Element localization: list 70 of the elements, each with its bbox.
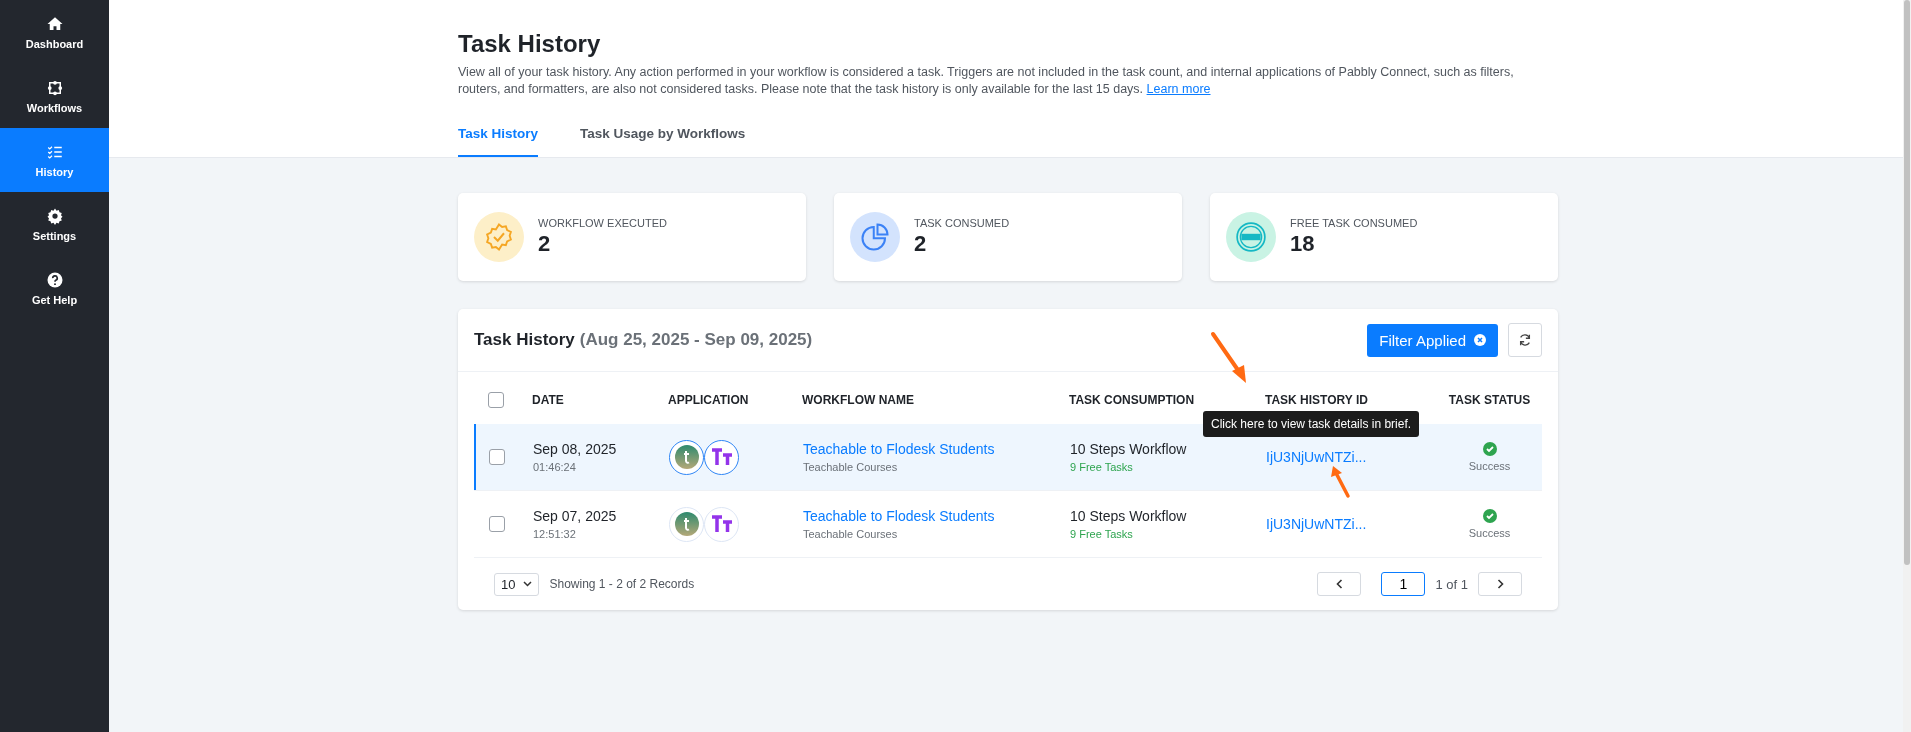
refresh-button[interactable]	[1508, 323, 1542, 357]
success-icon	[1482, 509, 1497, 523]
column-header: WORKFLOW NAME	[802, 393, 914, 407]
task-id-link[interactable]: IjU3NjUwNTZi...	[1266, 449, 1367, 465]
stat-label: FREE TASK CONSUMED	[1290, 217, 1418, 229]
records-summary: Showing 1 - 2 of 2 Records	[549, 577, 696, 591]
task-id-link[interactable]: IjU3NjUwNTZi...	[1266, 516, 1367, 532]
clear-icon[interactable]	[1474, 334, 1486, 346]
page-title: Task History	[458, 30, 602, 58]
date-cell-text: Sep 08, 2025	[533, 441, 618, 457]
stat-label: TASK CONSUMED	[914, 217, 1010, 229]
app-icon	[704, 439, 739, 475]
page-description: View all of your task history. Any action performed in your workflow is considered a task. Triggers are not included in the task count, and internal applications of Pabbly Connect, such as filters, routers, and formatters, are also not considered tasks. Please note that the task history is only available for the last 15 days. Learn more	[458, 64, 1515, 98]
learn-more-link[interactable]: Learn more	[1146, 82, 1211, 96]
column-header: TASK HISTORY ID	[1265, 393, 1368, 407]
stat-value: 18	[1290, 231, 1316, 257]
stat-value: 2	[538, 231, 552, 257]
settings-icon	[45, 206, 64, 225]
column-header: TASK CONSUMPTION	[1069, 393, 1195, 407]
workflow-link[interactable]: Teachable to Flodesk Students	[803, 441, 1068, 457]
app-icon	[669, 506, 704, 542]
select-all-checkbox[interactable]	[488, 392, 504, 408]
app-icon	[669, 439, 704, 475]
time-cell-text: 12:51:32	[533, 528, 577, 540]
chevron-down-icon	[523, 581, 533, 587]
arrow-drawing	[1330, 465, 1352, 499]
folder-name: Teachable Courses	[803, 528, 899, 540]
sidebar-item[interactable]: Settings	[0, 192, 109, 256]
tooltip: Click here to view task details in brief.	[1203, 411, 1420, 437]
chevron-right-icon	[1496, 579, 1504, 589]
per-page-select[interactable]: 10	[494, 572, 540, 596]
chevron-left-icon	[1335, 579, 1343, 589]
next-page-button[interactable]	[1478, 572, 1522, 596]
workflow-link[interactable]: Teachable to Flodesk Students	[803, 508, 1068, 524]
column-header: TASK STATUS	[1448, 393, 1531, 407]
sidebar-item[interactable]: Dashboard	[0, 0, 109, 64]
date-cell-text: Sep 07, 2025	[533, 508, 618, 524]
stat-label: WORKFLOW EXECUTED	[538, 217, 667, 229]
tab[interactable]: Task History	[458, 112, 539, 157]
status-label: Success	[1468, 460, 1511, 472]
free-tasks-label: 9 Free Tasks	[1070, 528, 1134, 540]
sidebar-item[interactable]: Get Help	[0, 256, 109, 320]
date-range: (Aug 25, 2025 - Sep 09, 2025)	[579, 330, 814, 350]
consumption-cell-text: 10 Steps Workflow	[1070, 441, 1188, 457]
status-label: Success	[1468, 527, 1511, 539]
column-header: DATE	[532, 393, 564, 407]
column-header: APPLICATION	[668, 393, 749, 407]
folder-name: Teachable Courses	[803, 461, 899, 473]
row-checkbox[interactable]	[489, 516, 505, 532]
time-cell-text: 01:46:24	[533, 461, 577, 473]
tab[interactable]: Task Usage by Workflows	[580, 112, 746, 157]
success-icon	[1482, 442, 1497, 456]
previous-page-button[interactable]	[1317, 572, 1362, 596]
filter-applied-button[interactable]: Filter Applied	[1367, 323, 1498, 357]
scrollbar[interactable]	[1903, 0, 1911, 732]
page-input[interactable]: 1	[1381, 572, 1426, 596]
app-icon	[704, 506, 739, 542]
badge-check-icon	[484, 222, 514, 252]
help-icon	[45, 270, 64, 289]
consumption-cell-text: 10 Steps Workflow	[1070, 508, 1188, 524]
refresh-icon	[1518, 333, 1532, 347]
row-checkbox[interactable]	[489, 449, 505, 465]
page-count: 1 of 1	[1435, 576, 1468, 592]
sidebar-item[interactable]: History	[0, 128, 109, 192]
workflow-icon	[45, 78, 64, 97]
card-title: Task History	[474, 330, 575, 350]
stat-value: 2	[914, 231, 928, 257]
free-tasks-label: 9 Free Tasks	[1070, 461, 1134, 473]
sidebar-item[interactable]: Workflows	[0, 64, 109, 128]
pie-chart-icon	[860, 222, 890, 252]
